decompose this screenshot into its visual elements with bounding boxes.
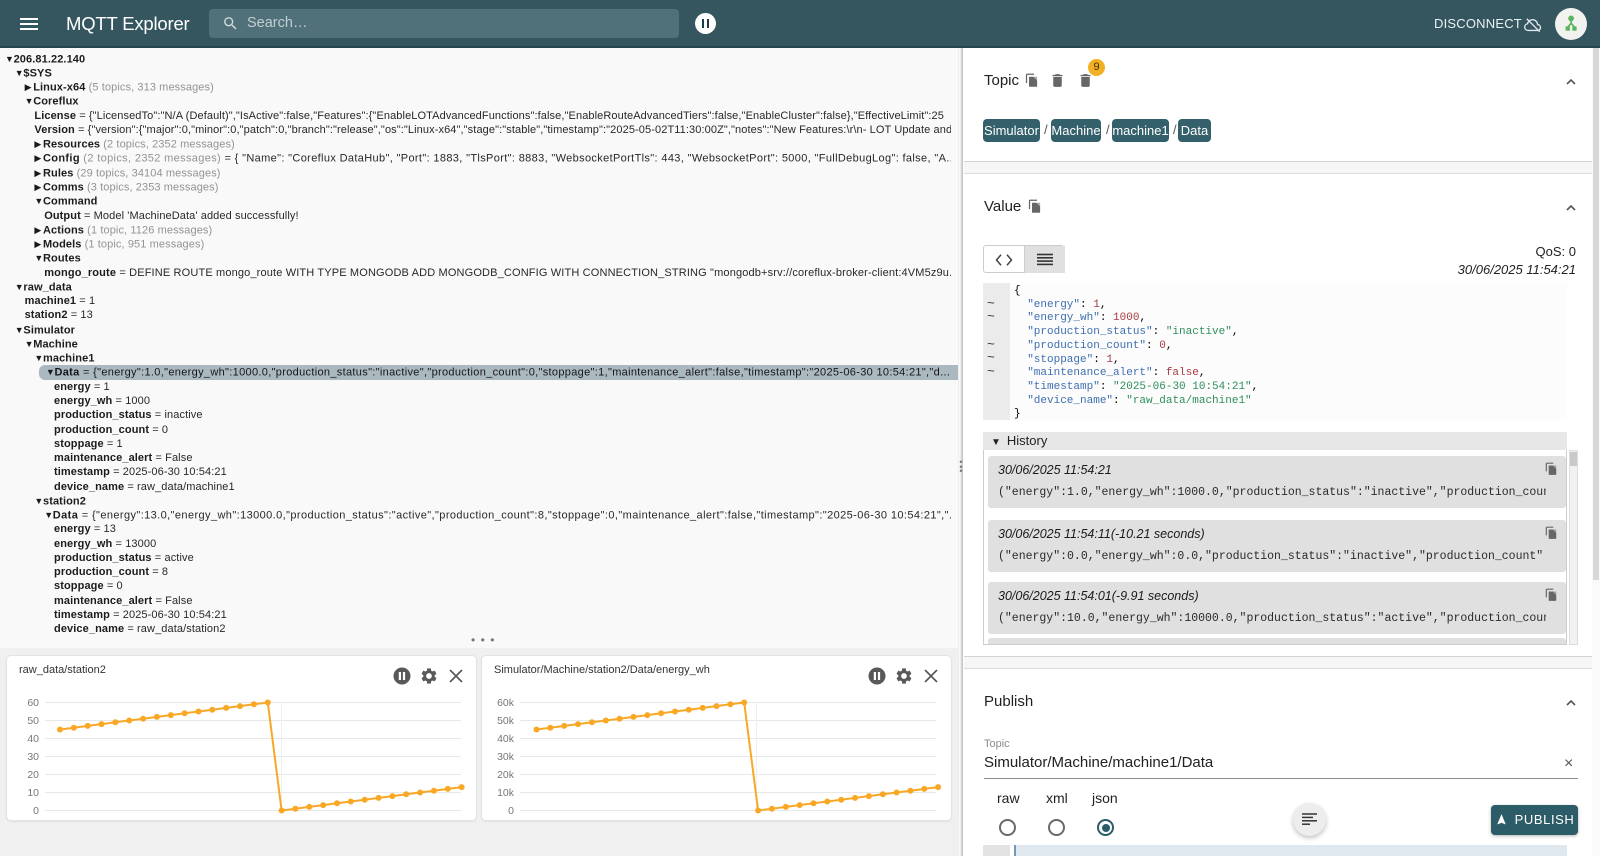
svg-text:10k: 10k [497, 787, 515, 799]
svg-text:20: 20 [27, 769, 39, 781]
svg-text:10: 10 [27, 787, 39, 799]
svg-text:20k: 20k [497, 769, 515, 781]
svg-text:50: 50 [27, 715, 39, 727]
svg-text:30k: 30k [497, 751, 515, 763]
svg-text:60: 60 [27, 697, 39, 709]
svg-text:0: 0 [508, 805, 514, 817]
svg-text:30: 30 [27, 751, 39, 763]
svg-text:50k: 50k [497, 715, 515, 727]
svg-text:0: 0 [33, 805, 39, 817]
svg-text:40: 40 [27, 733, 39, 745]
svg-text:60k: 60k [497, 697, 515, 709]
svg-text:40k: 40k [497, 733, 515, 745]
